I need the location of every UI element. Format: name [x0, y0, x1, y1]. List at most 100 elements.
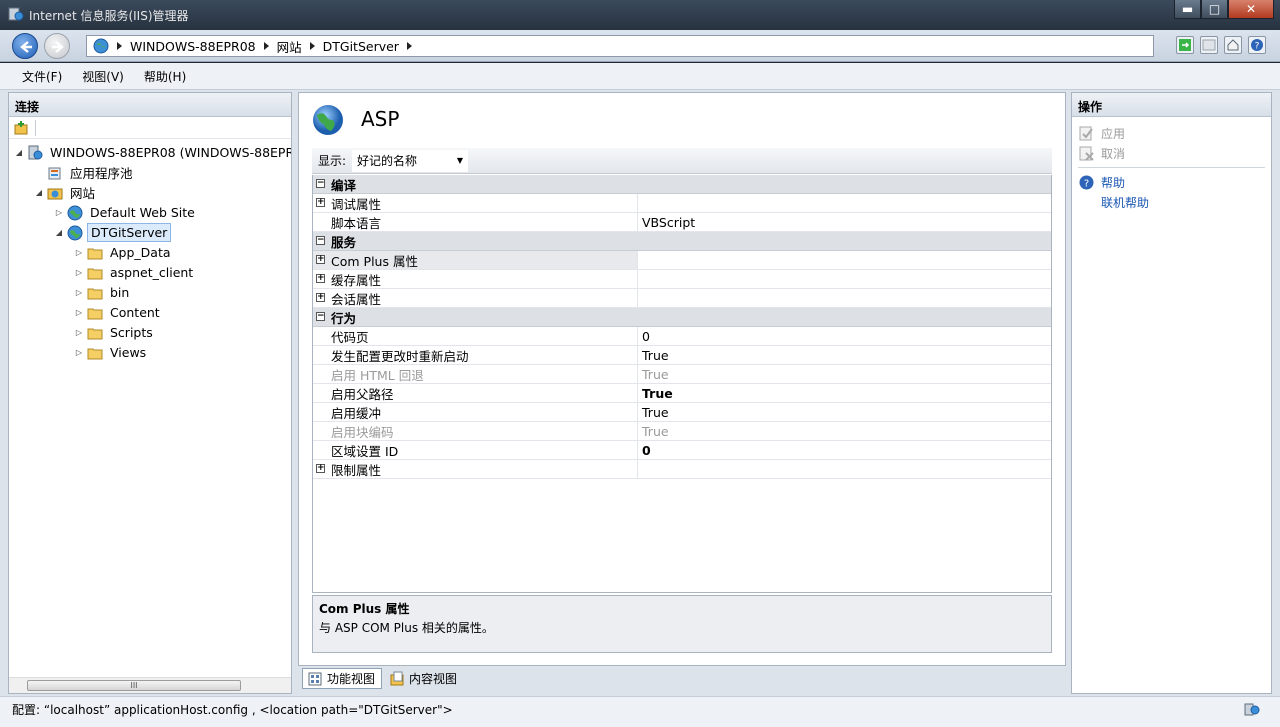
menu-view[interactable]: 视图(V) — [82, 68, 124, 85]
back-button[interactable] — [12, 33, 38, 59]
property-row[interactable]: 发生配置更改时重新启动 True — [313, 346, 1051, 365]
maximize-button[interactable]: □ — [1201, 0, 1228, 19]
property-value[interactable] — [638, 251, 1051, 269]
status-text: 配置: “localhost” applicationHost.config ,… — [12, 703, 453, 717]
property-name-text: 行为 — [331, 310, 357, 326]
expanded-arrow-icon[interactable]: ◢ — [15, 148, 23, 157]
property-value[interactable]: True — [638, 346, 1051, 364]
collapsed-arrow-icon[interactable]: ▷ — [75, 268, 83, 277]
collapse-icon[interactable]: − — [316, 312, 325, 321]
property-value[interactable]: True — [638, 384, 1051, 402]
action-apply[interactable]: 应用 — [1078, 123, 1265, 143]
property-category[interactable]: − 行为 — [313, 308, 1051, 327]
breadcrumb-separator[interactable] — [406, 42, 412, 50]
property-value[interactable] — [638, 460, 1051, 478]
tree-node[interactable]: ▷ bin — [75, 283, 132, 302]
property-name-text: 会话属性 — [331, 291, 382, 307]
breadcrumb-separator — [117, 42, 122, 50]
property-name-text: 限制属性 — [331, 462, 382, 478]
property-value[interactable]: True — [638, 403, 1051, 421]
tree-node[interactable]: ◢ 网站 — [35, 183, 98, 202]
horizontal-scrollbar[interactable]: III — [9, 677, 291, 693]
property-row[interactable]: 脚本语言 VBScript — [313, 213, 1051, 232]
collapsed-arrow-icon[interactable]: ▷ — [75, 248, 83, 257]
collapse-icon[interactable]: − — [316, 179, 325, 188]
tree-node-label: 网站 — [70, 186, 96, 201]
tree-node[interactable]: ▷ aspnet_client — [75, 263, 196, 282]
property-category[interactable]: − 编译 — [313, 175, 1051, 194]
home-button[interactable] — [1224, 36, 1242, 54]
property-row[interactable]: 启用块编码 True — [313, 422, 1051, 441]
tree-node[interactable]: ◢ DTGitServer — [55, 223, 172, 242]
collapsed-arrow-icon[interactable]: ▷ — [75, 348, 83, 357]
app-pool-icon — [47, 165, 63, 181]
property-value[interactable]: True — [638, 422, 1051, 440]
collapsed-arrow-icon[interactable]: ▷ — [75, 328, 83, 337]
collapsed-arrow-icon[interactable]: ▷ — [75, 308, 83, 317]
menu-help[interactable]: 帮助(H) — [144, 68, 186, 85]
expanded-arrow-icon[interactable]: ◢ — [55, 228, 63, 237]
property-value[interactable]: 0 — [638, 327, 1051, 345]
action-cancel[interactable]: 取消 — [1078, 143, 1265, 163]
property-row[interactable]: + Com Plus 属性 — [313, 251, 1051, 270]
help-button[interactable]: ? — [1248, 36, 1266, 54]
property-value[interactable] — [638, 194, 1051, 212]
folder-icon — [87, 245, 103, 261]
tree-node[interactable]: ▷ Content — [75, 303, 163, 322]
property-name-text: 启用父路径 — [331, 386, 394, 402]
property-row[interactable]: 启用父路径 True — [313, 384, 1051, 403]
expand-icon[interactable]: + — [316, 255, 325, 264]
tree-node[interactable]: ▷ Default Web Site — [55, 203, 198, 222]
property-row[interactable]: 代码页 0 — [313, 327, 1051, 346]
action-online-help[interactable]: 联机帮助 — [1078, 192, 1265, 212]
property-name: − 行为 — [313, 308, 638, 326]
breadcrumb-server[interactable]: WINDOWS-88EPR08 — [130, 39, 256, 54]
breadcrumb-site[interactable]: DTGitServer — [323, 39, 399, 54]
property-value[interactable]: VBScript — [638, 213, 1051, 231]
menu-file[interactable]: 文件(F) — [22, 68, 62, 85]
display-select[interactable]: 好记的名称 ▼ — [352, 149, 469, 172]
tree-node[interactable]: ◢ WINDOWS-88EPR08 (WINDOWS-88EPR0 — [15, 143, 291, 162]
property-row[interactable]: + 会话属性 — [313, 289, 1051, 308]
property-row[interactable]: 启用 HTML 回退 True — [313, 365, 1051, 384]
connections-toolbar — [9, 117, 291, 139]
create-connection-icon[interactable] — [13, 120, 29, 136]
property-category[interactable]: − 服务 — [313, 232, 1051, 251]
tab-content-view[interactable]: 内容视图 — [384, 668, 464, 689]
refresh-button[interactable] — [1176, 36, 1194, 54]
property-row[interactable]: 区域设置 ID 0 — [313, 441, 1051, 460]
property-value[interactable] — [638, 289, 1051, 307]
expanded-arrow-icon[interactable]: ◢ — [35, 188, 43, 197]
property-value[interactable]: 0 — [638, 441, 1051, 459]
collapse-icon[interactable]: − — [316, 236, 325, 245]
breadcrumb-sites[interactable]: 网站 — [277, 37, 302, 56]
forward-button[interactable] — [44, 33, 70, 59]
property-value[interactable] — [638, 270, 1051, 288]
tree-node[interactable]: ▷ Scripts — [75, 323, 156, 342]
expand-icon[interactable]: + — [316, 293, 325, 302]
tree-node[interactable]: ▷ App_Data — [75, 243, 174, 262]
property-value[interactable]: True — [638, 365, 1051, 383]
collapsed-arrow-icon[interactable]: ▷ — [55, 208, 63, 217]
property-row[interactable]: + 调试属性 — [313, 194, 1051, 213]
scroll-thumb[interactable]: III — [27, 680, 241, 691]
expand-icon[interactable]: + — [316, 274, 325, 283]
display-select-value: 好记的名称 — [357, 154, 418, 168]
stop-button[interactable] — [1200, 36, 1218, 54]
property-row[interactable]: 启用缓冲 True — [313, 403, 1051, 422]
tree-node[interactable]: ▷ Views — [75, 343, 149, 362]
action-online-help-label: 联机帮助 — [1101, 195, 1150, 210]
tab-features-view[interactable]: 功能视图 — [302, 668, 383, 689]
minimize-button[interactable]: ▬ — [1174, 0, 1201, 19]
property-row[interactable]: + 缓存属性 — [313, 270, 1051, 289]
expand-icon[interactable]: + — [316, 464, 325, 473]
folder-icon — [87, 325, 103, 341]
collapsed-arrow-icon[interactable]: ▷ — [75, 288, 83, 297]
property-row[interactable]: + 限制属性 — [313, 460, 1051, 479]
action-help[interactable]: ? 帮助 — [1078, 172, 1265, 192]
close-button[interactable]: ✕ — [1228, 0, 1274, 19]
expand-icon[interactable]: + — [316, 198, 325, 207]
property-name: 发生配置更改时重新启动 — [313, 346, 638, 364]
tree-node[interactable]: 应用程序池 — [35, 163, 136, 182]
address-bar[interactable]: WINDOWS-88EPR08 网站 DTGitServer — [86, 35, 1154, 57]
